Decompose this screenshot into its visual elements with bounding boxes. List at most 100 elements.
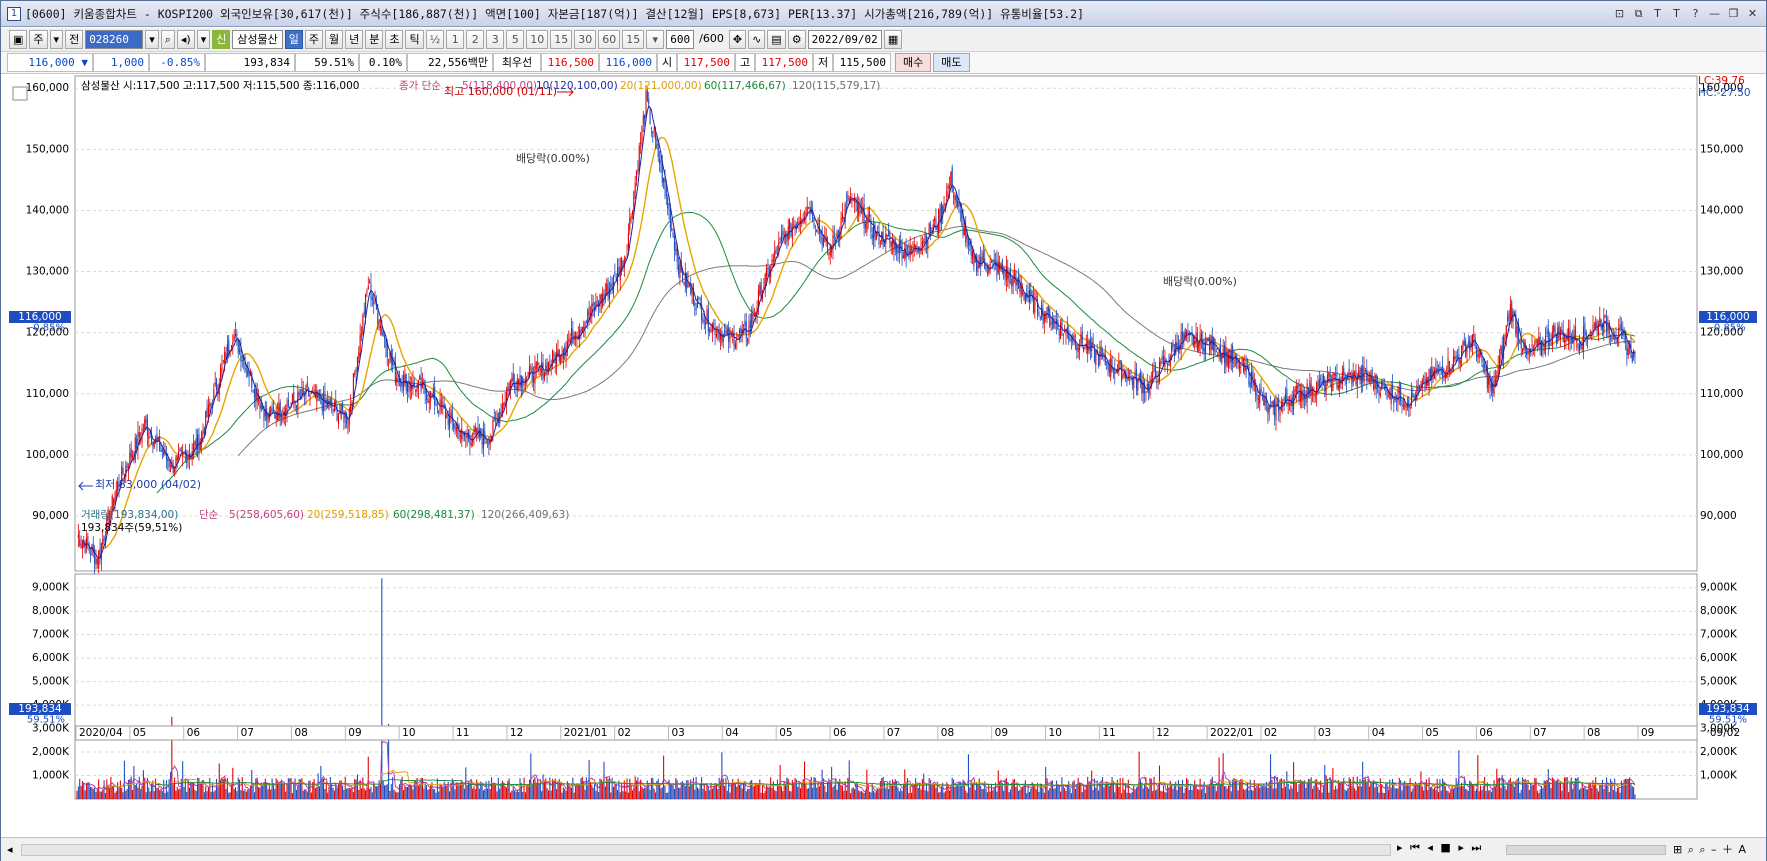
volume-bar xyxy=(621,782,623,799)
scroll-left-icon[interactable]: ◂ xyxy=(7,843,13,856)
minute-15[interactable]: 15 xyxy=(550,30,573,49)
panel-toggle-icon[interactable]: ▣ xyxy=(9,30,28,49)
minimize-icon[interactable]: — xyxy=(1707,6,1722,21)
code-dropdown-icon[interactable]: ▾ xyxy=(145,30,159,49)
volume-bar xyxy=(824,785,826,799)
candle-body xyxy=(1316,382,1318,396)
volume-bar xyxy=(1192,786,1194,799)
help-icon[interactable]: ? xyxy=(1688,6,1703,21)
text-icon[interactable]: T xyxy=(1669,6,1684,21)
volume-bar xyxy=(111,785,113,799)
volume-bar xyxy=(711,788,713,799)
volume-bar xyxy=(1126,792,1128,799)
playback-controls-icon[interactable]: ▸ ⏮ ◂ ■ ▸ ⏭ xyxy=(1397,841,1483,855)
minute-60[interactable]: 60 xyxy=(598,30,621,49)
buy-button[interactable]: 매수 xyxy=(895,53,932,72)
date-input[interactable]: 2022/09/02 xyxy=(807,30,882,49)
close-icon[interactable]: ✕ xyxy=(1745,6,1760,21)
volume-bar xyxy=(1291,788,1293,799)
chart-wave-icon[interactable]: ∿ xyxy=(748,30,766,49)
volume-bar xyxy=(1539,789,1541,799)
speaker-icon[interactable]: ◂) xyxy=(176,30,195,49)
scroll-track[interactable] xyxy=(21,844,1391,856)
save-icon[interactable]: ▤ xyxy=(767,30,786,49)
whole-select[interactable]: 전 xyxy=(65,30,84,49)
candle-body xyxy=(863,204,865,229)
volume-bar xyxy=(523,777,525,799)
candle-body xyxy=(1011,278,1013,288)
speaker-dropdown-icon[interactable]: ▾ xyxy=(196,30,211,49)
period-second[interactable]: 초 xyxy=(385,30,404,49)
volume-bar xyxy=(755,784,757,799)
grid-settings-icon[interactable] xyxy=(12,86,28,101)
volume-bar xyxy=(562,787,564,799)
zoom-tools-icon[interactable]: ⊞ ⌕ ⌕ – ＋ A xyxy=(1673,841,1747,857)
dropdown-arrow-icon[interactable]: ▾ xyxy=(49,30,64,49)
gear-icon[interactable]: ⚙ xyxy=(787,30,806,49)
candle-body xyxy=(610,284,612,288)
count-total: /600 xyxy=(699,32,724,45)
candle-body xyxy=(1062,333,1064,336)
candle-body xyxy=(1001,260,1003,273)
stock-code-input[interactable]: 028260 xyxy=(85,30,144,49)
minute-5[interactable]: 5 xyxy=(506,30,525,49)
candle-body xyxy=(775,248,777,253)
candle-body xyxy=(161,449,163,453)
hc-value: HC:-27.50 xyxy=(1698,87,1751,99)
market-select[interactable]: 주 xyxy=(29,30,48,49)
volume-bar xyxy=(419,783,421,799)
volume-bar xyxy=(156,788,158,799)
candle-body xyxy=(1150,379,1152,382)
candle-body xyxy=(962,217,964,236)
candle-body xyxy=(1610,334,1612,338)
volume-bar xyxy=(1306,783,1308,799)
volume-bar xyxy=(145,792,147,799)
volume-bar xyxy=(1152,791,1154,799)
period-day[interactable]: 일 xyxy=(284,30,303,49)
period-minute[interactable]: 분 xyxy=(365,30,384,49)
volume-bar xyxy=(953,779,955,799)
calendar-icon[interactable]: ▦ xyxy=(883,30,903,49)
minute-3[interactable]: 3 xyxy=(486,30,505,49)
volume-bar xyxy=(1183,792,1185,799)
interval-dropdown-icon[interactable]: ▾ xyxy=(646,30,665,49)
restore-icon[interactable]: ❐ xyxy=(1726,6,1741,21)
period-week[interactable]: 주 xyxy=(304,30,323,49)
period-tick[interactable]: 틱 xyxy=(405,30,424,49)
volume-bar xyxy=(1103,787,1105,799)
zoom-slider[interactable] xyxy=(1506,845,1666,855)
sell-button[interactable]: 매도 xyxy=(933,53,970,72)
crosshair-icon[interactable]: ✥ xyxy=(728,30,747,49)
volume-tick-label: 5,000K xyxy=(32,676,70,688)
period-year[interactable]: 년 xyxy=(345,30,364,49)
volume-bar xyxy=(178,789,180,799)
volume-bar xyxy=(1547,769,1549,799)
half-button[interactable]: ½ xyxy=(425,30,445,49)
text-size-icon[interactable]: T xyxy=(1650,6,1665,21)
volume-bar xyxy=(262,785,264,799)
search-icon[interactable]: ⌕ xyxy=(160,30,175,49)
layout-icon[interactable]: ⊡ xyxy=(1612,6,1627,21)
copy-icon[interactable]: ⧉ xyxy=(1631,6,1646,21)
stock-name[interactable]: 삼성물산 xyxy=(232,30,283,49)
candle-body xyxy=(122,468,124,475)
candle-body xyxy=(1394,398,1396,400)
volume-bar xyxy=(323,778,325,799)
candle-body xyxy=(351,400,353,406)
minute-1[interactable]: 1 xyxy=(446,30,465,49)
volume-bar xyxy=(1344,789,1346,799)
candle-body xyxy=(982,252,984,263)
interval-select[interactable]: 15 xyxy=(622,30,645,49)
candle-body xyxy=(671,228,673,230)
minute-2[interactable]: 2 xyxy=(466,30,485,49)
volume-bar xyxy=(1463,778,1465,799)
candle-body xyxy=(1387,396,1389,398)
volume-tick-label: 8,000K xyxy=(32,605,70,617)
period-month[interactable]: 월 xyxy=(324,30,344,49)
volume-bar xyxy=(980,785,982,799)
count-input[interactable]: 600 xyxy=(666,30,695,49)
minute-30[interactable]: 30 xyxy=(574,30,597,49)
candle-body xyxy=(705,322,707,325)
minute-10[interactable]: 10 xyxy=(526,30,549,49)
scroll-bar[interactable]: ◂ ▸ ⏮ ◂ ■ ▸ ⏭ ⊞ ⌕ ⌕ – ＋ A xyxy=(1,837,1766,861)
